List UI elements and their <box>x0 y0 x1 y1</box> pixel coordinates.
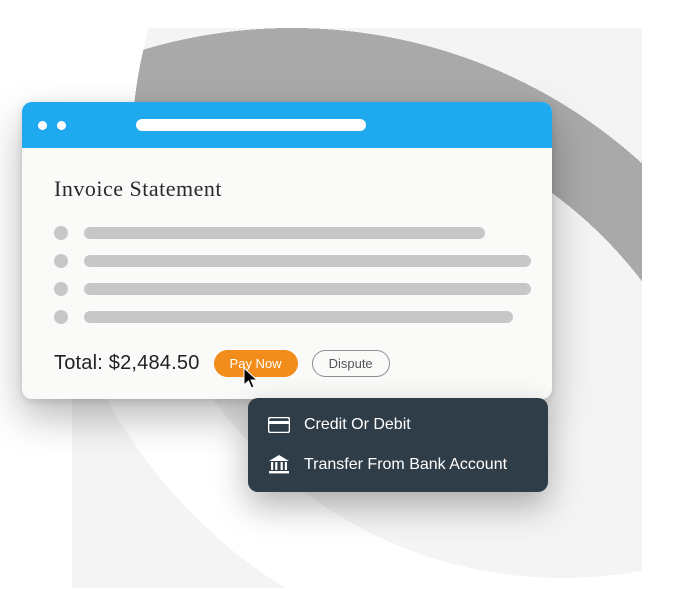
dispute-label: Dispute <box>329 356 373 371</box>
line-item <box>54 254 520 268</box>
menu-item-label: Transfer From Bank Account <box>304 456 507 474</box>
bullet-icon <box>54 310 68 324</box>
bullet-icon <box>54 282 68 296</box>
menu-item-credit-debit[interactable]: Credit Or Debit <box>266 410 530 440</box>
line-item <box>54 226 520 240</box>
bullet-icon <box>54 226 68 240</box>
pay-now-label: Pay Now <box>230 356 282 371</box>
placeholder-bar <box>84 255 531 267</box>
placeholder-bar <box>84 311 513 323</box>
dispute-button[interactable]: Dispute <box>312 350 390 377</box>
pay-now-button[interactable]: Pay Now <box>214 350 298 377</box>
invoice-window: Invoice Statement Total: $2,484.50 <box>22 102 552 399</box>
line-item <box>54 310 520 324</box>
menu-item-bank-transfer[interactable]: Transfer From Bank Account <box>266 450 530 480</box>
invoice-content: Invoice Statement Total: $2,484.50 <box>22 148 552 399</box>
payment-method-menu: Credit Or Debit Transfer From Bank Accou… <box>248 398 548 492</box>
invoice-footer: Total: $2,484.50 Pay Now Dispute <box>54 350 520 377</box>
placeholder-bar <box>84 227 485 239</box>
page-title: Invoice Statement <box>54 176 520 202</box>
menu-item-label: Credit Or Debit <box>304 416 411 434</box>
window-dot-icon <box>38 121 47 130</box>
bank-icon <box>268 454 290 476</box>
placeholder-bar <box>84 283 531 295</box>
line-items <box>54 226 520 324</box>
window-dot-icon <box>57 121 66 130</box>
line-item <box>54 282 520 296</box>
address-bar-placeholder <box>136 119 366 131</box>
total-label: Total: $2,484.50 <box>54 352 200 375</box>
credit-card-icon <box>268 414 290 436</box>
window-titlebar <box>22 102 552 148</box>
window-controls[interactable] <box>38 121 66 130</box>
bullet-icon <box>54 254 68 268</box>
